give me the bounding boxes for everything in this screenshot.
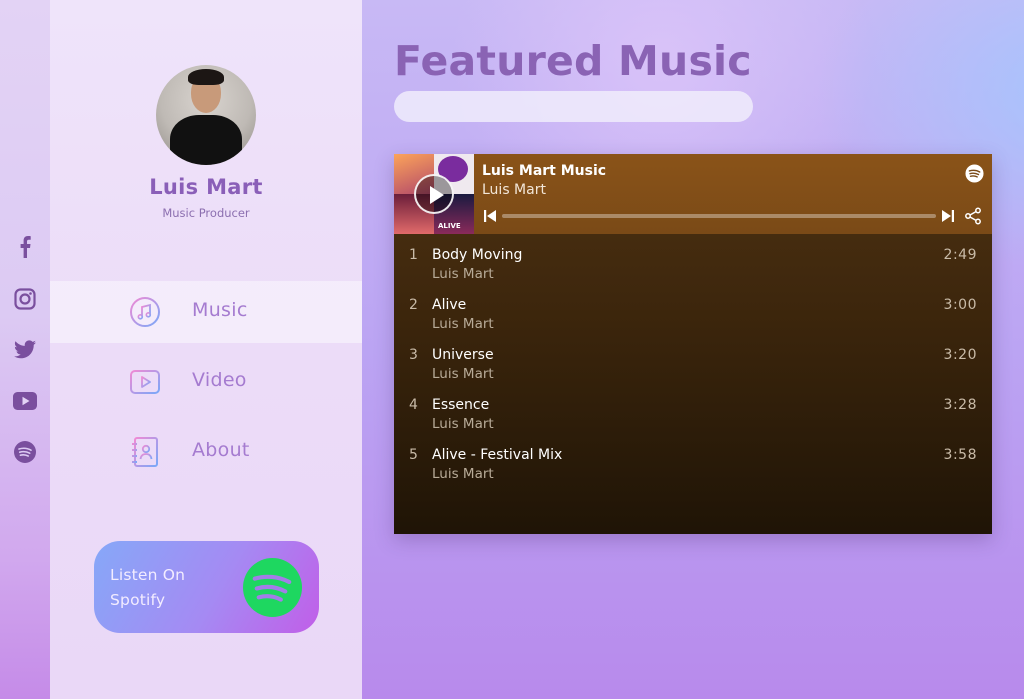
album-cover-text: ALIVE	[438, 222, 461, 230]
nav-item-about[interactable]: About	[50, 421, 362, 483]
profile-name: Luis Mart	[149, 175, 263, 199]
track-row[interactable]: 2 Alive Luis Mart 3:00	[394, 291, 992, 341]
track-row[interactable]: 4 Essence Luis Mart 3:28	[394, 391, 992, 441]
avatar	[156, 65, 256, 165]
spotify-logo-icon	[242, 557, 303, 618]
spotify-icon[interactable]	[965, 164, 984, 183]
previous-track-icon[interactable]	[483, 209, 497, 223]
track-number: 2	[409, 297, 418, 313]
sidebar: Luis Mart Music Producer Music Video Abo…	[50, 0, 362, 699]
track-artist: Luis Mart	[432, 316, 494, 332]
next-track-icon[interactable]	[941, 209, 955, 223]
social-bar	[0, 0, 50, 699]
youtube-icon[interactable]	[13, 389, 37, 413]
nav-label-video: Video	[192, 369, 247, 391]
video-icon	[130, 370, 160, 394]
share-icon[interactable]	[964, 207, 982, 225]
track-row[interactable]: 5 Alive - Festival Mix Luis Mart 3:58	[394, 441, 992, 491]
track-duration: 3:20	[943, 347, 977, 363]
player-header: ALIVE Luis Mart Music Luis Mart	[394, 154, 992, 234]
track-duration: 3:28	[943, 397, 977, 413]
spotify-cta-line1: Listen On	[110, 566, 186, 584]
track-artist: Luis Mart	[432, 366, 494, 382]
nav-item-video[interactable]: Video	[50, 351, 362, 413]
music-icon	[130, 297, 160, 327]
track-artist: Luis Mart	[432, 466, 494, 482]
nav-label-music: Music	[192, 299, 248, 321]
play-button[interactable]	[414, 174, 454, 214]
track-number: 4	[409, 397, 418, 413]
track-number: 3	[409, 347, 418, 363]
track-duration: 3:58	[943, 447, 977, 463]
track-number: 1	[409, 247, 418, 263]
facebook-icon[interactable]	[13, 235, 37, 259]
track-name: Body Moving	[432, 247, 523, 263]
nav-label-about: About	[192, 439, 250, 461]
track-artist: Luis Mart	[432, 266, 494, 282]
spotify-icon[interactable]	[13, 440, 37, 464]
page-title: Featured Music	[394, 37, 752, 85]
track-name: Universe	[432, 347, 494, 363]
listen-on-spotify-button[interactable]: Listen On Spotify	[94, 541, 319, 633]
player-title[interactable]: Luis Mart Music	[482, 163, 606, 179]
profile-role: Music Producer	[162, 206, 250, 220]
progress-bar[interactable]	[502, 214, 936, 218]
spotify-cta-line2: Spotify	[110, 591, 166, 609]
track-duration: 2:49	[943, 247, 977, 263]
twitter-icon[interactable]	[13, 337, 37, 361]
player-artist[interactable]: Luis Mart	[482, 182, 546, 198]
track-name: Alive - Festival Mix	[432, 447, 563, 463]
track-duration: 3:00	[943, 297, 977, 313]
spotify-player: ALIVE Luis Mart Music Luis Mart 1 Body M…	[394, 154, 992, 534]
decorative-pill	[394, 91, 753, 122]
track-row[interactable]: 3 Universe Luis Mart 3:20	[394, 341, 992, 391]
contact-book-icon	[132, 437, 158, 467]
track-name: Essence	[432, 397, 490, 413]
track-number: 5	[409, 447, 418, 463]
track-row[interactable]: 1 Body Moving Luis Mart 2:49	[394, 241, 992, 291]
track-name: Alive	[432, 297, 467, 313]
nav-item-music[interactable]: Music	[50, 281, 362, 343]
track-artist: Luis Mart	[432, 416, 494, 432]
instagram-icon[interactable]	[13, 287, 37, 311]
